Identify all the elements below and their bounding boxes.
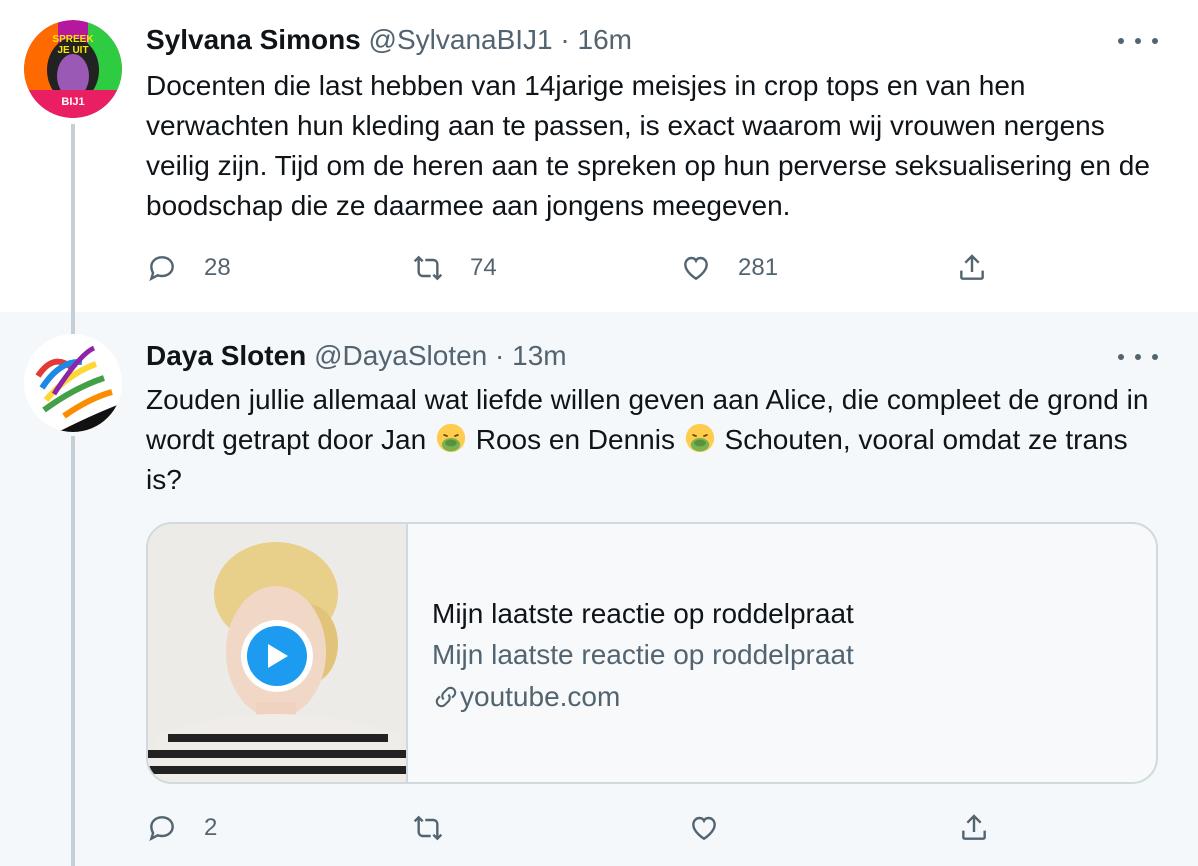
thread-line: [71, 124, 75, 312]
reply-button[interactable]: 28: [146, 248, 231, 288]
tweet-text: Docenten die last hebben van 14jarige me…: [146, 70, 1150, 221]
thread-line: [71, 436, 75, 866]
dot-icon: [1152, 354, 1158, 360]
dot-icon: [1135, 38, 1141, 44]
action-bar: 28 74 281: [146, 248, 1006, 288]
card-domain: youtube.com: [432, 676, 1132, 718]
like-button[interactable]: 281: [680, 248, 778, 288]
reply-icon: [149, 256, 174, 282]
reply-count: 28: [204, 254, 231, 281]
reply-count: 2: [204, 814, 218, 841]
nauseated-face-icon: [436, 423, 466, 453]
retweet-button[interactable]: 74: [412, 248, 497, 288]
author-handle[interactable]: @SylvanaBIJ1: [369, 24, 553, 55]
card-title: Mijn laatste reactie op roddelpraat: [432, 598, 854, 629]
tweet-text-part: Roos en Dennis: [467, 424, 683, 455]
card-domain-text: youtube.com: [460, 681, 621, 712]
avatar[interactable]: [24, 334, 122, 432]
action-bar: 2: [146, 808, 1006, 848]
dot-icon: [1118, 38, 1124, 44]
play-button[interactable]: [241, 620, 313, 692]
separator-dot: ·: [495, 340, 505, 371]
nauseated-face-icon: [685, 423, 714, 453]
more-options-button[interactable]: [1118, 26, 1158, 56]
tweet-header: Sylvana Simons @SylvanaBIJ1 · 16m: [146, 24, 632, 56]
heart-icon: [692, 816, 716, 841]
avatar-text-line: SPREEK: [52, 34, 94, 45]
link-preview-card[interactable]: Mijn laatste reactie op roddelpraat Mijn…: [146, 522, 1158, 784]
share-button[interactable]: [958, 808, 990, 848]
heart-icon: [684, 256, 708, 281]
share-button[interactable]: [956, 248, 988, 288]
video-thumbnail[interactable]: [148, 524, 408, 782]
tweet-header: Daya Sloten @DayaSloten · 13m: [146, 340, 567, 372]
link-icon: [435, 686, 457, 708]
reply-button[interactable]: 2: [146, 808, 217, 848]
card-description: Mijn laatste reactie op roddelpraat: [432, 639, 854, 670]
thread-line: [71, 312, 75, 334]
avatar-text-line: JE UIT: [57, 45, 89, 56]
like-button[interactable]: [688, 808, 746, 848]
author-name[interactable]: Sylvana Simons: [146, 24, 361, 55]
timestamp[interactable]: 13m: [512, 340, 566, 371]
share-icon: [960, 254, 984, 280]
tweet-text: Zouden jullie allemaal wat liefde willen…: [146, 380, 1166, 500]
avatar-text-line: BIJ1: [61, 96, 85, 108]
separator-dot: ·: [560, 24, 570, 55]
dot-icon: [1152, 38, 1158, 44]
share-icon: [962, 814, 986, 840]
timestamp[interactable]: 16m: [578, 24, 632, 55]
retweet-button[interactable]: [412, 808, 470, 848]
play-icon: [268, 644, 288, 668]
author-handle[interactable]: @DayaSloten: [314, 340, 487, 371]
more-options-button[interactable]: [1118, 342, 1158, 372]
avatar[interactable]: SPREEK JE UIT BIJ1: [24, 20, 122, 118]
tweet-daya[interactable]: Daya Sloten @DayaSloten · 13m Zouden jul…: [0, 312, 1198, 866]
dot-icon: [1118, 354, 1124, 360]
retweet-count: 74: [470, 254, 497, 281]
author-name[interactable]: Daya Sloten: [146, 340, 306, 371]
dot-icon: [1135, 354, 1141, 360]
reply-icon: [149, 816, 174, 842]
tweet-sylvana[interactable]: SPREEK JE UIT BIJ1 Sylvana Simons @Sylva…: [0, 0, 1198, 312]
like-count: 281: [738, 254, 779, 281]
retweet-icon: [413, 255, 443, 281]
retweet-icon: [413, 815, 443, 841]
card-info: Mijn laatste reactie op roddelpraat Mijn…: [432, 594, 1132, 718]
